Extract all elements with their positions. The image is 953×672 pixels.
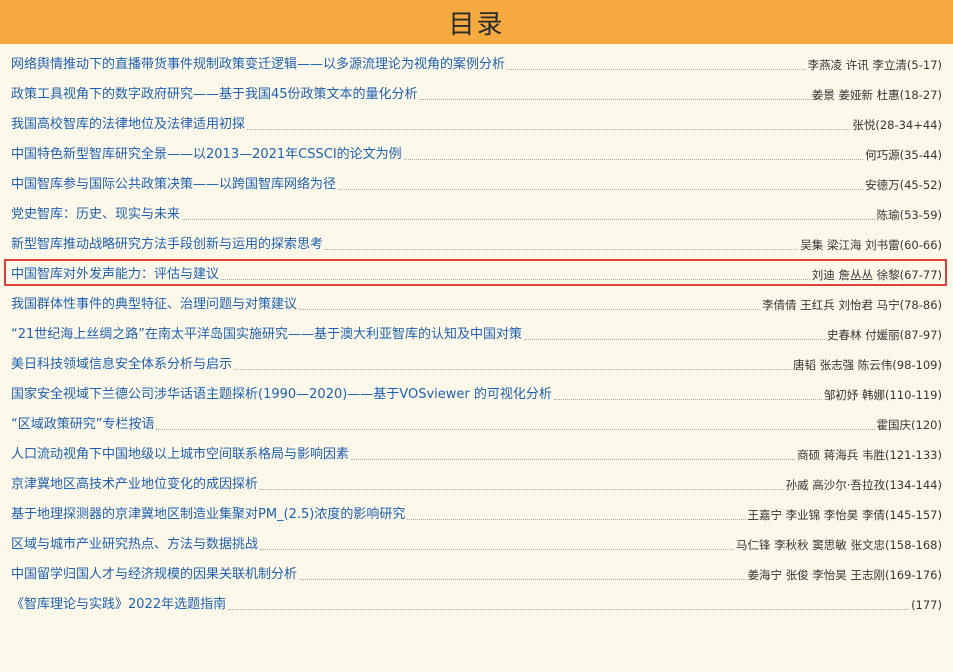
article-title-link[interactable]: “区域政策研究”专栏按语 bbox=[11, 417, 154, 436]
toc-entry[interactable]: 我国高校智库的法律地位及法律适用初探 张悦(28-34+44) bbox=[11, 112, 942, 136]
article-title-link[interactable]: 《智库理论与实践》2022年选题指南 bbox=[11, 597, 226, 616]
leader-dots bbox=[221, 279, 810, 280]
article-authors-pages: 何巧源(35-44) bbox=[865, 148, 942, 162]
article-authors-pages: 张悦(28-34+44) bbox=[852, 118, 942, 132]
article-title-link[interactable]: 网络舆情推动下的直播带货事件规制政策变迁逻辑——以多源流理论为视角的案例分析 bbox=[11, 57, 505, 76]
toc-entry-highlighted[interactable]: 中国智库对外发声能力：评估与建议 刘迪 詹丛丛 徐黎(67-77) bbox=[11, 262, 942, 286]
article-title-link[interactable]: 美日科技领域信息安全体系分析与启示 bbox=[11, 357, 232, 376]
article-title-link[interactable]: 区域与城市产业研究热点、方法与数据挑战 bbox=[11, 537, 258, 556]
toc-entry[interactable]: 党史智库：历史、现实与未来 陈瑜(53-59) bbox=[11, 202, 942, 226]
article-title-link[interactable]: 中国智库对外发声能力：评估与建议 bbox=[11, 267, 219, 286]
leader-dots bbox=[507, 69, 806, 70]
article-authors-pages: 商硕 蒋海兵 韦胜(121-133) bbox=[797, 448, 942, 462]
toc-entry[interactable]: 我国群体性事件的典型特征、治理问题与对策建议 李倩倩 王红兵 刘怡君 马宁(78… bbox=[11, 292, 942, 316]
article-title-link[interactable]: 党史智库：历史、现实与未来 bbox=[11, 207, 180, 226]
toc-entry[interactable]: “区域政策研究”专栏按语 霍国庆(120) bbox=[11, 412, 942, 436]
leader-dots bbox=[338, 189, 864, 190]
toc-entry[interactable]: 中国智库参与国际公共政策决策——以跨国智库网络为径 安德万(45-52) bbox=[11, 172, 942, 196]
article-authors-pages: 刘迪 詹丛丛 徐黎(67-77) bbox=[811, 268, 942, 282]
leader-dots bbox=[407, 519, 746, 520]
article-title-link[interactable]: 中国留学归国人才与经济规模的因果关联机制分析 bbox=[11, 567, 297, 586]
toc-entry[interactable]: 区域与城市产业研究热点、方法与数据挑战 马仁锋 李秋秋 窦思敏 张文忠(158-… bbox=[11, 532, 942, 556]
toc-entry[interactable]: 京津冀地区高技术产业地位变化的成因探析 孙威 高沙尔·吾拉孜(134-144) bbox=[11, 472, 942, 496]
leader-dots bbox=[325, 249, 799, 250]
article-authors-pages: 唐韬 张志强 陈云伟(98-109) bbox=[792, 358, 942, 372]
toc-entry[interactable]: 美日科技领域信息安全体系分析与启示 唐韬 张志强 陈云伟(98-109) bbox=[11, 352, 942, 376]
page-header: 目录 bbox=[0, 0, 953, 44]
leader-dots bbox=[419, 99, 810, 100]
toc-entry[interactable]: 《智库理论与实践》2022年选题指南 (177) bbox=[11, 592, 942, 616]
toc-entry[interactable]: 中国留学归国人才与经济规模的因果关联机制分析 姜海宁 张俊 李怡昊 王志刚(16… bbox=[11, 562, 942, 586]
article-title-link[interactable]: 我国高校智库的法律地位及法律适用初探 bbox=[11, 117, 245, 136]
leader-dots bbox=[524, 339, 825, 340]
article-authors-pages: 李倩倩 王红兵 刘怡君 马宁(78-86) bbox=[762, 298, 942, 312]
leader-dots bbox=[247, 129, 851, 130]
article-title-link[interactable]: 新型智库推动战略研究方法手段创新与运用的探索思考 bbox=[11, 237, 323, 256]
leader-dots bbox=[260, 549, 734, 550]
article-authors-pages: 史春林 付媛丽(87-97) bbox=[826, 328, 942, 342]
article-authors-pages: 姜海宁 张俊 李怡昊 王志刚(169-176) bbox=[747, 568, 943, 582]
article-authors-pages: 姜景 姜娅新 杜惠(18-27) bbox=[811, 88, 942, 102]
toc-entry[interactable]: 新型智库推动战略研究方法手段创新与运用的探索思考 吴集 梁江海 刘书雷(60-6… bbox=[11, 232, 942, 256]
article-title-link[interactable]: 中国特色新型智库研究全景——以2013—2021年CSSCI的论文为例 bbox=[11, 147, 402, 166]
article-title-link[interactable]: 国家安全视域下兰德公司涉华话语主题探析(1990—2020)——基于VOSvie… bbox=[11, 387, 552, 406]
toc-entry[interactable]: 基于地理探测器的京津冀地区制造业集聚对PM_(2.5)浓度的影响研究 王嘉宁 李… bbox=[11, 502, 942, 526]
leader-dots bbox=[403, 159, 864, 160]
leader-dots bbox=[299, 309, 761, 310]
article-title-link[interactable]: 京津冀地区高技术产业地位变化的成因探析 bbox=[11, 477, 258, 496]
article-authors-pages: 马仁锋 李秋秋 窦思敏 张文忠(158-168) bbox=[736, 538, 942, 552]
toc-entry[interactable]: 国家安全视域下兰德公司涉华话语主题探析(1990—2020)——基于VOSvie… bbox=[11, 382, 942, 406]
article-authors-pages: 孙威 高沙尔·吾拉孜(134-144) bbox=[785, 478, 942, 492]
leader-dots bbox=[553, 399, 822, 400]
article-title-link[interactable]: 人口流动视角下中国地级以上城市空间联系格局与影响因素 bbox=[11, 447, 349, 466]
article-authors-pages: 吴集 梁江海 刘书雷(60-66) bbox=[800, 238, 942, 252]
article-title-link[interactable]: 基于地理探测器的京津冀地区制造业集聚对PM_(2.5)浓度的影响研究 bbox=[11, 507, 405, 526]
leader-dots bbox=[182, 219, 875, 220]
article-authors-pages: 安德万(45-52) bbox=[865, 178, 942, 192]
article-authors-pages: 霍国庆(120) bbox=[876, 418, 942, 432]
toc-entry[interactable]: 政策工具视角下的数字政府研究——基于我国45份政策文本的量化分析 姜景 姜娅新 … bbox=[11, 82, 942, 106]
article-authors-pages: (177) bbox=[911, 598, 942, 612]
article-authors-pages: 陈瑜(53-59) bbox=[876, 208, 942, 222]
leader-dots bbox=[299, 579, 746, 580]
toc-entry[interactable]: 人口流动视角下中国地级以上城市空间联系格局与影响因素 商硕 蒋海兵 韦胜(121… bbox=[11, 442, 942, 466]
article-title-link[interactable]: 我国群体性事件的典型特征、治理问题与对策建议 bbox=[11, 297, 297, 316]
toc-entry[interactable]: 网络舆情推动下的直播带货事件规制政策变迁逻辑——以多源流理论为视角的案例分析 李… bbox=[11, 52, 942, 76]
article-authors-pages: 李燕凌 许讯 李立清(5-17) bbox=[807, 58, 942, 72]
article-authors-pages: 邹初妤 韩娜(110-119) bbox=[823, 388, 942, 402]
page-title: 目录 bbox=[448, 9, 505, 40]
article-authors-pages: 王嘉宁 李业锦 李怡昊 李倩(145-157) bbox=[747, 508, 943, 522]
article-title-link[interactable]: “21世纪海上丝绸之路”在南太平洋岛国实施研究——基于澳大利亚智库的认知及中国对… bbox=[11, 327, 522, 346]
leader-dots bbox=[351, 459, 796, 460]
leader-dots bbox=[156, 429, 875, 430]
article-title-link[interactable]: 政策工具视角下的数字政府研究——基于我国45份政策文本的量化分析 bbox=[11, 87, 418, 106]
article-title-link[interactable]: 中国智库参与国际公共政策决策——以跨国智库网络为径 bbox=[11, 177, 336, 196]
leader-dots bbox=[260, 489, 784, 490]
toc-entry[interactable]: “21世纪海上丝绸之路”在南太平洋岛国实施研究——基于澳大利亚智库的认知及中国对… bbox=[11, 322, 942, 346]
toc-entry[interactable]: 中国特色新型智库研究全景——以2013—2021年CSSCI的论文为例 何巧源(… bbox=[11, 142, 942, 166]
leader-dots bbox=[234, 369, 791, 370]
leader-dots bbox=[228, 609, 910, 610]
